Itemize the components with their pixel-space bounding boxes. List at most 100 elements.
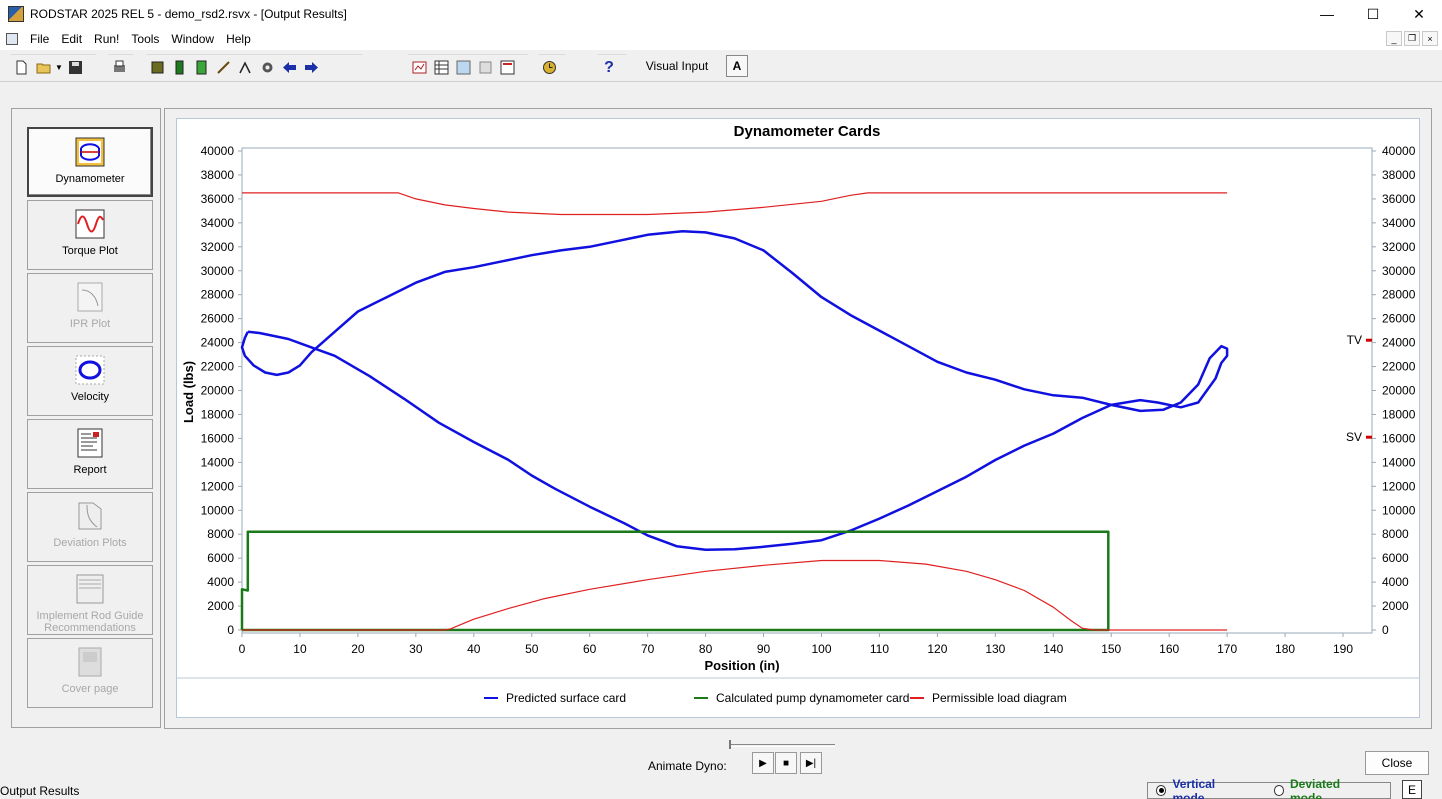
stop-button[interactable]: ■: [775, 752, 797, 774]
y-tick-label-right: 16000: [1382, 431, 1416, 445]
step-end-button[interactable]: ▶|: [800, 752, 822, 774]
y-tick-label-left: 38000: [201, 168, 235, 182]
toolbar-group-input: [146, 54, 362, 80]
minimize-button[interactable]: —: [1304, 0, 1350, 28]
dropdown-arrow-icon[interactable]: ▼: [54, 57, 64, 79]
x-tick-label: 70: [641, 642, 655, 656]
x-tick-label: 110: [870, 642, 889, 656]
x-tick-label: 10: [293, 642, 307, 656]
table-icon[interactable]: [430, 57, 452, 79]
xbal-icon[interactable]: [496, 57, 518, 79]
marker-label-sv: SV: [1346, 430, 1362, 444]
mode-selector: Vertical mode Deviated mode: [1147, 777, 1391, 799]
nav-ipr-plot-label: IPR Plot: [69, 318, 111, 330]
y-tick-label-right: 28000: [1382, 288, 1416, 302]
mdi-restore-button[interactable]: ❐: [1404, 31, 1420, 46]
title-bar: RODSTAR 2025 REL 5 - demo_rsd2.rsvx - [O…: [0, 0, 1442, 28]
e-button[interactable]: E: [1402, 780, 1422, 799]
y-tick-label-right: 26000: [1382, 312, 1416, 326]
deviated-mode-option[interactable]: Deviated mode: [1273, 777, 1370, 799]
new-file-icon[interactable]: [10, 57, 32, 79]
animate-slider-thumb[interactable]: [729, 740, 731, 749]
report-icon[interactable]: [408, 57, 430, 79]
status-text: Output Results: [0, 784, 80, 798]
play-button[interactable]: ▶: [752, 752, 774, 774]
rod-string-icon[interactable]: [168, 57, 190, 79]
animate-slider-track[interactable]: [729, 744, 835, 747]
nav-ipr-plot[interactable]: IPR Plot: [27, 273, 153, 343]
open-folder-icon[interactable]: [32, 57, 54, 79]
y-tick-label-left: 36000: [201, 192, 235, 206]
menu-file[interactable]: File: [26, 32, 57, 46]
nav-implement-rod-guide-label: Implement Rod Guide Recommendations: [36, 610, 144, 634]
toolbar-group-output: [408, 54, 528, 80]
picture-icon[interactable]: [452, 57, 474, 79]
y-tick-label-right: 36000: [1382, 192, 1416, 206]
maximize-button[interactable]: ☐: [1350, 0, 1396, 28]
nav-implement-rod-guide[interactable]: Implement Rod Guide Recommendations: [27, 565, 153, 635]
y-tick-label-left: 0: [227, 623, 234, 637]
nav-report[interactable]: Report: [27, 419, 153, 489]
series-line-3: [242, 192, 1228, 216]
vertical-mode-option[interactable]: Vertical mode: [1156, 777, 1246, 799]
y-tick-label-left: 4000: [207, 575, 234, 589]
clock-icon[interactable]: [538, 57, 560, 79]
x-tick-label: 190: [1333, 642, 1353, 656]
y-tick-label-right: 4000: [1382, 575, 1409, 589]
x-tick-label: 180: [1275, 642, 1295, 656]
y-tick-label-left: 34000: [201, 216, 235, 230]
save-icon[interactable]: [64, 57, 86, 79]
nav-velocity[interactable]: Velocity: [27, 346, 153, 416]
ipr-plot-icon: [77, 282, 103, 312]
well-icon[interactable]: [212, 57, 234, 79]
vertical-mode-radio[interactable]: [1156, 785, 1167, 796]
back-arrow-icon[interactable]: [278, 57, 300, 79]
mdi-close-button[interactable]: ×: [1422, 31, 1438, 46]
mdi-minimize-button[interactable]: _: [1386, 31, 1402, 46]
report-icon: [77, 428, 103, 458]
gear-icon[interactable]: [256, 57, 278, 79]
menu-edit[interactable]: Edit: [57, 32, 90, 46]
y-tick-label-left: 20000: [201, 384, 235, 398]
motor-icon[interactable]: [234, 57, 256, 79]
dynamometer-icon: [75, 137, 105, 167]
y-axis-right: 0 2000 4000 6000 8000 10000 12000 14000 16000 180…: [1372, 144, 1416, 637]
pump-icon[interactable]: [190, 57, 212, 79]
legend: Predicted surface card Calculated pump dy…: [484, 691, 1067, 705]
deviated-mode-radio[interactable]: [1273, 785, 1284, 796]
mdi-controls: _ ❐ ×: [1386, 31, 1438, 46]
animate-dyno-label: Animate Dyno:: [648, 759, 727, 773]
forward-arrow-icon[interactable]: [300, 57, 322, 79]
print-icon[interactable]: [108, 57, 130, 79]
copy-icon[interactable]: [474, 57, 496, 79]
x-tick-label: 20: [351, 642, 365, 656]
pumping-unit-icon[interactable]: [146, 57, 168, 79]
nav-torque-plot[interactable]: Torque Plot: [27, 200, 153, 270]
right-axis-markers: TV SV: [1346, 333, 1372, 444]
vertical-mode-label: Vertical mode: [1172, 776, 1216, 799]
y-tick-label-right: 20000: [1382, 384, 1416, 398]
nav-dynamometer[interactable]: Dynamometer: [27, 127, 153, 197]
nav-deviation-plots[interactable]: Deviation Plots: [27, 492, 153, 562]
document-icon[interactable]: [6, 33, 18, 45]
y-tick-label-right: 8000: [1382, 527, 1409, 541]
close-window-button[interactable]: ✕: [1396, 0, 1442, 28]
torque-plot-icon: [75, 209, 105, 239]
nav-deviation-plots-label: Deviation Plots: [53, 537, 127, 549]
menu-run[interactable]: Run!: [90, 32, 127, 46]
menu-help[interactable]: Help: [222, 32, 259, 46]
nav-cover-page[interactable]: Cover page: [27, 638, 153, 708]
rodstar-app-icon: [8, 6, 24, 22]
menu-tools[interactable]: Tools: [127, 32, 167, 46]
a-button[interactable]: A: [726, 55, 748, 77]
y-tick-label-left: 8000: [207, 527, 234, 541]
help-icon[interactable]: ?: [598, 57, 620, 79]
series-layer: [240, 192, 1229, 632]
visual-input-button[interactable]: Visual Input: [634, 54, 720, 78]
close-button[interactable]: Close: [1365, 751, 1429, 775]
y-tick-label-right: 34000: [1382, 216, 1416, 230]
marker-label-tv: TV: [1347, 333, 1362, 347]
y-tick-label-right: 14000: [1382, 455, 1416, 469]
nav-torque-plot-label: Torque Plot: [62, 245, 118, 257]
menu-window[interactable]: Window: [167, 32, 222, 46]
